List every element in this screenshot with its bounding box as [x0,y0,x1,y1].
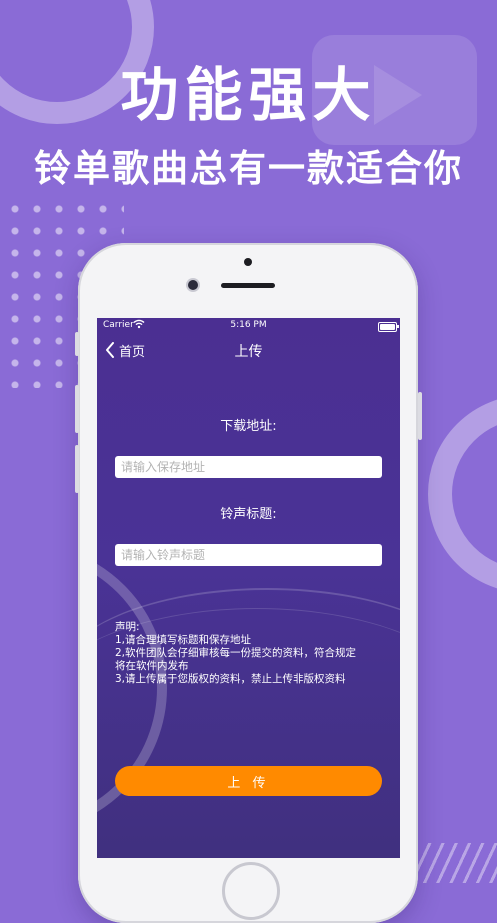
page-title: 上传 [234,344,263,360]
phone-speaker [221,283,275,288]
phone-sensor [244,258,252,266]
upload-button-label: 上 传 [227,775,270,791]
disclaimer-line: 将在软件内发布 [115,660,189,672]
phone-volume-up [75,385,79,433]
phone-camera [188,280,198,290]
upload-button[interactable]: 上 传 [115,766,382,796]
decorative-stripes [415,843,497,883]
download-address-input[interactable] [115,456,382,478]
battery-icon [378,322,399,332]
promo-headline: 功能强大 [120,61,377,129]
disclaimer-line: 1,请合理填写标题和保存地址 [115,634,252,646]
phone-power-button [418,392,422,440]
phone-volume-down [75,445,79,493]
download-address-label: 下载地址: [220,419,277,434]
ringtone-title-label: 铃声标题: [220,507,277,522]
promo-subline: 铃单歌曲总有一款适合你 [34,146,463,190]
disclaimer-line: 3,请上传属于您版权的资料，禁止上传非版权资料 [115,673,346,685]
status-time: 5:16 PM [230,320,267,330]
disclaimer-heading: 声明: [115,621,140,633]
disclaimer-line: 2,软件团队会仔细审核每一份提交的资料，符合规定 [115,647,357,659]
disclaimer-notes: 声明: 1,请合理填写标题和保存地址 2,软件团队会仔细审核每一份提交的资料，符… [115,621,385,686]
decorative-ring-right [428,395,497,593]
phone-mute-switch [75,332,79,356]
ringtone-title-input[interactable] [115,544,382,566]
phone-home-button [222,862,280,920]
app-screen: Carrier 5:16 PM 首页 上传 下载地址: 铃声标题: 声明: 1,… [97,318,400,858]
status-bar: Carrier 5:16 PM [97,318,400,334]
